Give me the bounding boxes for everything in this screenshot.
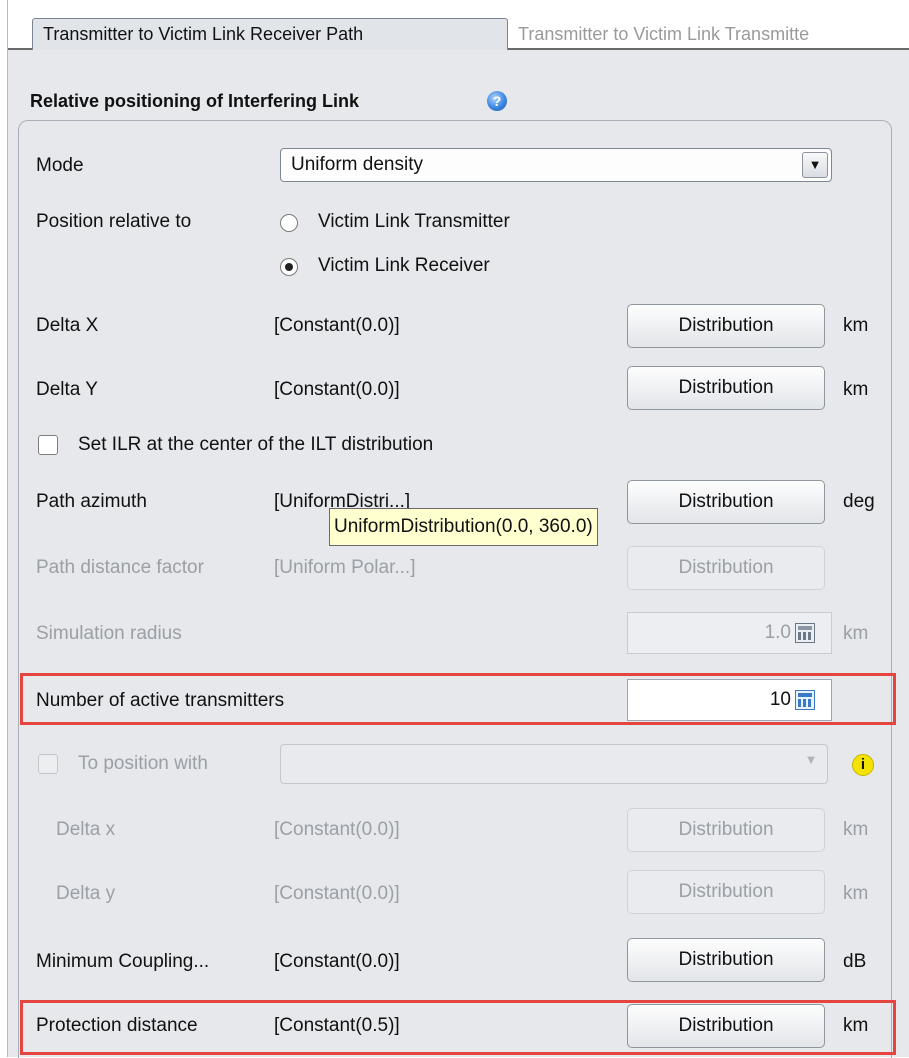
min-coupling-label: Minimum Coupling... [36, 951, 210, 972]
radio-victim-link-receiver-label[interactable]: Victim Link Receiver [318, 254, 490, 278]
delta-y-label: Delta Y [36, 379, 98, 400]
delta-x2-label: Delta x [56, 819, 116, 840]
delta-y2-label: Delta y [56, 883, 116, 904]
radio-victim-link-receiver[interactable] [280, 258, 298, 276]
min-coupling-value: [Constant(0.0)] [274, 951, 400, 972]
set-ilr-checkbox[interactable] [38, 435, 58, 455]
position-relative-label: Position relative to [36, 211, 192, 232]
radio-victim-link-transmitter[interactable] [280, 214, 298, 232]
path-azimuth-tooltip: UniformDistribution(0.0, 360.0) [329, 508, 598, 546]
delta-y2-unit: km [843, 883, 869, 904]
highlight-protection-distance [20, 1000, 896, 1055]
delta-x-value: [Constant(0.0)] [274, 315, 400, 336]
path-azimuth-unit: deg [843, 491, 875, 512]
to-position-select: ▼ [280, 744, 828, 784]
tab-victim-transmitter-path[interactable]: Transmitter to Victim Link Transmitte [508, 21, 909, 48]
delta-y-unit: km [843, 379, 869, 400]
delta-x2-distribution-button: Distribution [627, 808, 825, 852]
to-position-checkbox [38, 754, 58, 774]
delta-x-unit: km [843, 315, 869, 336]
panel-title: Relative positioning of Interfering Link [30, 91, 360, 111]
delta-y2-distribution-button: Distribution [627, 870, 825, 914]
info-icon[interactable]: i [852, 754, 874, 776]
mode-select-value: Uniform density [291, 154, 423, 175]
sim-radius-unit: km [843, 623, 869, 644]
to-position-label: To position with [78, 753, 208, 774]
path-azimuth-distribution-button[interactable]: Distribution [627, 480, 825, 524]
path-distance-label: Path distance factor [36, 557, 204, 578]
min-coupling-unit: dB [843, 951, 867, 972]
delta-x2-unit: km [843, 819, 869, 840]
calculator-icon [795, 623, 815, 643]
delta-x-distribution-button[interactable]: Distribution [627, 304, 825, 348]
path-distance-distribution-button: Distribution [627, 546, 825, 590]
delta-y-value: [Constant(0.0)] [274, 379, 400, 400]
highlight-active-transmitters [20, 673, 896, 725]
delta-x2-value: [Constant(0.0)] [274, 819, 400, 840]
set-ilr-label[interactable]: Set ILR at the center of the ILT distrib… [78, 433, 433, 457]
sim-radius-label: Simulation radius [36, 623, 182, 644]
help-icon[interactable]: ? [487, 91, 507, 111]
path-azimuth-label: Path azimuth [36, 491, 147, 512]
mode-select[interactable]: Uniform density ▼ [280, 148, 832, 182]
tab-victim-receiver-path[interactable]: Transmitter to Victim Link Receiver Path [32, 18, 508, 50]
radio-victim-link-transmitter-label[interactable]: Victim Link Transmitter [318, 210, 510, 234]
delta-y-distribution-button[interactable]: Distribution [627, 366, 825, 410]
chevron-down-icon: ▼ [798, 748, 824, 774]
min-coupling-distribution-button[interactable]: Distribution [627, 938, 825, 982]
path-distance-value: [Uniform Polar...] [274, 557, 416, 578]
delta-x-label: Delta X [36, 315, 99, 336]
window: Transmitter to Victim Link Receiver Path… [0, 0, 909, 1058]
mode-label: Mode [36, 155, 84, 176]
tab-strip: Transmitter to Victim Link Receiver Path… [8, 0, 909, 50]
delta-y2-value: [Constant(0.0)] [274, 883, 400, 904]
chevron-down-icon[interactable]: ▼ [802, 152, 828, 178]
